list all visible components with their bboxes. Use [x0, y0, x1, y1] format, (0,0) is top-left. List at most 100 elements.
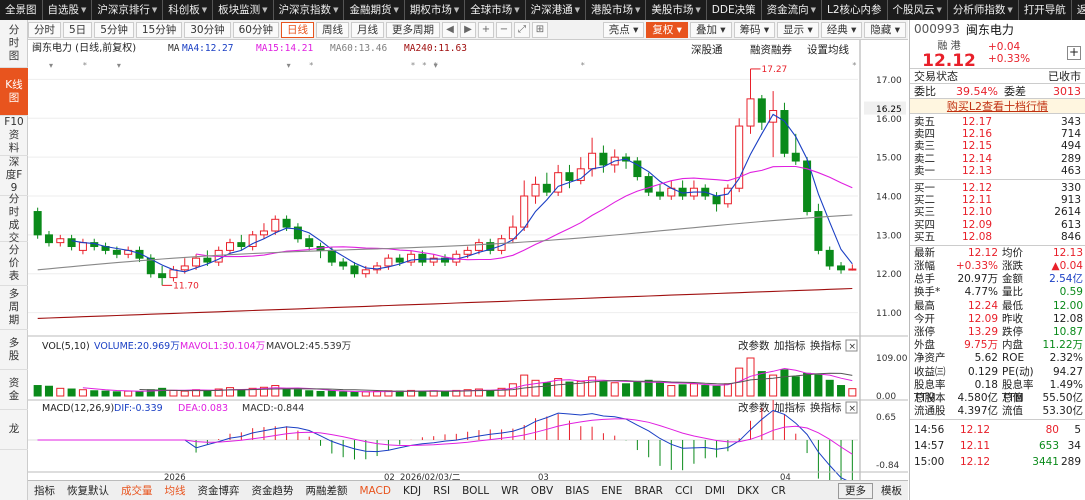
- topnav-item[interactable]: 自选股 ▼: [43, 0, 93, 20]
- change-percent: +0.33%: [988, 53, 1031, 65]
- toolbar-right-button[interactable]: 隐藏 ▾: [864, 21, 906, 38]
- indicator-tab[interactable]: 恢复默认: [61, 482, 115, 500]
- left-tab[interactable]: 分时成交: [0, 193, 28, 244]
- candle-body: [531, 183, 540, 197]
- candle-body: [339, 261, 348, 267]
- left-tab[interactable]: 资金: [0, 370, 28, 410]
- left-tab[interactable]: F10资料: [0, 116, 28, 156]
- toolbar-icon[interactable]: +: [478, 21, 494, 38]
- indicator-tab[interactable]: 均线: [159, 482, 192, 500]
- chevron-down-icon: ▼: [695, 6, 701, 14]
- toolbar-icon[interactable]: ▶: [460, 21, 476, 38]
- topnav-item[interactable]: 期权市场 ▼: [405, 0, 466, 20]
- toolbar-icon[interactable]: −: [496, 21, 512, 38]
- price-tick: 12.00: [876, 270, 902, 280]
- period-button[interactable]: 60分钟: [232, 21, 279, 38]
- topnav-item[interactable]: 板块监测 ▼: [213, 0, 274, 20]
- toolbar-right-button[interactable]: 叠加 ▾: [689, 21, 732, 38]
- candle-body: [259, 230, 268, 236]
- period-button[interactable]: 5日: [63, 21, 93, 38]
- period-button[interactable]: 15分钟: [135, 21, 183, 38]
- left-tab[interactable]: 分价表: [0, 242, 28, 286]
- topnav-item[interactable]: 沪深港通 ▼: [526, 0, 587, 20]
- period-button[interactable]: 日线: [281, 21, 314, 38]
- topnav-item[interactable]: 个股风云 ▼: [888, 0, 948, 20]
- indicator-tab[interactable]: 指标: [28, 482, 61, 500]
- sell-book: 卖五 12.17 343 卖四 12.16 714 卖三 12.15 494 卖二 12.14 289…: [910, 113, 1085, 179]
- toolbar-icon[interactable]: ⊞: [532, 21, 548, 38]
- left-tab[interactable]: 多股: [0, 330, 28, 370]
- topnav-item[interactable]: 金融期货 ▼: [344, 0, 405, 20]
- topnav-item[interactable]: 资金流向 ▼: [762, 0, 822, 20]
- toolbar-right-button[interactable]: 筹码 ▾: [733, 21, 776, 38]
- indicator-tab[interactable]: DKX: [731, 482, 765, 500]
- macd-legend-item: DIF:-0.339: [114, 403, 163, 414]
- toolbar-right-button[interactable]: 经典 ▾: [820, 21, 863, 38]
- indicator-tab[interactable]: 两融差额: [300, 482, 354, 500]
- left-tab[interactable]: 分时图: [0, 20, 28, 68]
- indicator-tab[interactable]: BIAS: [559, 482, 595, 500]
- indicator-tab[interactable]: CR: [765, 482, 792, 500]
- period-button[interactable]: 更多周期: [386, 21, 440, 38]
- indicator-tab[interactable]: 更多: [838, 482, 873, 499]
- topnav-item[interactable]: 科创板 ▼: [163, 0, 214, 20]
- period-button[interactable]: 30分钟: [184, 21, 231, 38]
- topnav-item[interactable]: 全球市场 ▼: [465, 0, 526, 20]
- period-button[interactable]: 5分钟: [94, 21, 134, 38]
- indicator-tab[interactable]: BOLL: [456, 482, 495, 500]
- volume-bar: [588, 376, 597, 397]
- topnav-item[interactable]: 分析师指数 ▼: [948, 0, 1019, 20]
- indicator-tab[interactable]: 成交量: [115, 482, 159, 500]
- left-tab[interactable]: 龙: [0, 410, 28, 450]
- chevron-down-icon: ▼: [333, 6, 339, 14]
- toolbar-icon[interactable]: ◀: [442, 21, 458, 38]
- topnav-item[interactable]: 全景图: [0, 0, 43, 20]
- tick-row: 14:57 12.11 653 34: [914, 440, 1081, 453]
- add-watchlist-button[interactable]: +: [1067, 46, 1081, 60]
- topnav-item[interactable]: 打开导航: [1019, 0, 1072, 20]
- topnav-item[interactable]: 沪深京指数 ▼: [274, 0, 345, 20]
- left-tab[interactable]: K线图: [0, 68, 28, 116]
- order-row: 买二 12.11 913: [914, 194, 1081, 207]
- kline-chart[interactable]: 闽东电力 (日线,前复权) MA MA4:12.27 MA15:14.21 MA60:1…: [28, 40, 908, 480]
- topnav-item[interactable]: 美股市场 ▼: [646, 0, 707, 20]
- indicator-tab[interactable]: ENE: [595, 482, 628, 500]
- indicator-tab[interactable]: 模板: [875, 482, 908, 500]
- indicator-tab[interactable]: 资金博弈: [192, 482, 246, 500]
- volume-bar: [791, 376, 800, 397]
- indicator-tab[interactable]: DMI: [699, 482, 731, 500]
- toolbar-right-button[interactable]: 复权 ▾: [646, 21, 688, 38]
- topnav-item[interactable]: 返回: [1072, 0, 1085, 20]
- indicator-tab[interactable]: KDJ: [397, 482, 427, 500]
- topnav-item[interactable]: 港股市场 ▼: [586, 0, 647, 20]
- topnav-item[interactable]: DDE决策: [707, 0, 762, 20]
- indicator-tab[interactable]: MACD: [354, 482, 397, 500]
- event-marker: *: [83, 61, 87, 70]
- tick-row: 15:00 12.12 3441 289: [914, 456, 1081, 469]
- toolbar-icon[interactable]: ⤢: [514, 21, 530, 38]
- period-button[interactable]: 月线: [351, 21, 384, 38]
- volume-bar: [689, 383, 698, 397]
- left-tab[interactable]: 多周期: [0, 286, 28, 330]
- toolbar-right-button[interactable]: 显示 ▾: [777, 21, 819, 38]
- order-row: 买三 12.10 2614: [914, 206, 1081, 219]
- left-tab[interactable]: 深度F9: [0, 156, 28, 196]
- candle-body: [384, 257, 393, 267]
- topnav-item[interactable]: L2核心内参: [822, 0, 888, 20]
- stat-row: 今开 12.09 昨收 12.08: [914, 312, 1083, 325]
- indicator-tab[interactable]: RSI: [427, 482, 456, 500]
- indicator-tab[interactable]: 资金趋势: [246, 482, 300, 500]
- l2-link[interactable]: 购买L2查看十档行情: [910, 98, 1085, 113]
- period-button[interactable]: 周线: [316, 21, 349, 38]
- indicator-tab[interactable]: CCI: [669, 482, 699, 500]
- stat-row: 流通股 4.397亿 流值 53.30亿: [914, 405, 1083, 418]
- toolbar-right-button[interactable]: 亮点 ▾: [602, 21, 645, 38]
- topnav-item[interactable]: 沪深京排行 ▼: [92, 0, 164, 20]
- indicator-tab[interactable]: WR: [495, 482, 525, 500]
- period-button[interactable]: 分时: [28, 21, 61, 38]
- candle-body: [67, 238, 76, 248]
- indicator-tab[interactable]: OBV: [525, 482, 559, 500]
- stat-row: 最高 12.24 最低 12.00: [914, 299, 1083, 312]
- indicator-tab[interactable]: BRAR: [628, 482, 669, 500]
- candle-body: [712, 195, 721, 205]
